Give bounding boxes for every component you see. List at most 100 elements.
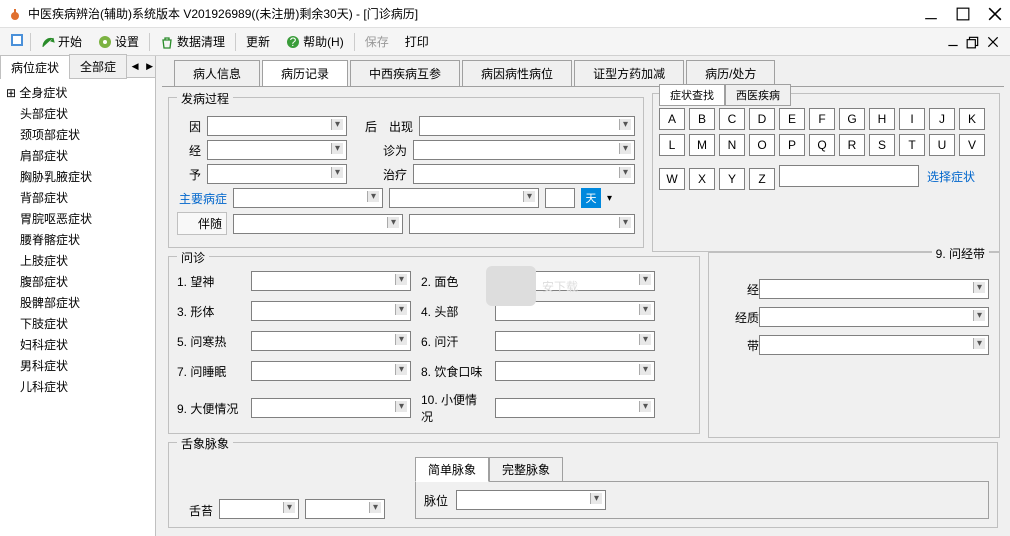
update-button[interactable]: 更新	[238, 31, 278, 52]
tree-item[interactable]: 股髀部症状	[6, 292, 149, 313]
tree-item[interactable]: 胸胁乳腋症状	[6, 166, 149, 187]
letter-K[interactable]: K	[959, 108, 985, 130]
start-button[interactable]: 开始	[33, 31, 90, 52]
letter-Q[interactable]: Q	[809, 134, 835, 156]
select-wz10[interactable]	[495, 398, 655, 418]
select-bansui1[interactable]	[233, 214, 403, 234]
mdi-close-button[interactable]	[986, 35, 1000, 49]
letter-U[interactable]: U	[929, 134, 955, 156]
select-zhenwei[interactable]	[413, 140, 635, 160]
letter-I[interactable]: I	[899, 108, 925, 130]
select-shetai1[interactable]	[219, 499, 299, 519]
dropdown-arrow-icon[interactable]: ▾	[607, 193, 612, 204]
tab-xyjb[interactable]: 西医疾病	[725, 84, 791, 106]
letter-O[interactable]: O	[749, 134, 775, 156]
maximize-button[interactable]	[956, 7, 970, 21]
mdi-minimize-button[interactable]	[946, 35, 960, 49]
tab-rx[interactable]: 病历/处方	[686, 60, 775, 86]
tree-item[interactable]: 肩部症状	[6, 145, 149, 166]
tree-item[interactable]: 儿科症状	[6, 376, 149, 397]
tree-item[interactable]: 胃脘呕恶症状	[6, 208, 149, 229]
symptom-search-input[interactable]	[779, 165, 919, 187]
letter-R[interactable]: R	[839, 134, 865, 156]
letter-H[interactable]: H	[869, 108, 895, 130]
minimize-button[interactable]	[924, 7, 938, 21]
close-button[interactable]	[988, 7, 1002, 21]
select-wz5[interactable]	[251, 331, 411, 351]
left-tab-bwzz[interactable]: 病位症状	[0, 55, 70, 79]
letter-J[interactable]: J	[929, 108, 955, 130]
letter-V[interactable]: V	[959, 134, 985, 156]
select-wz6[interactable]	[495, 331, 655, 351]
select-chuxian[interactable]	[419, 116, 635, 136]
letter-W[interactable]: W	[659, 168, 685, 190]
letter-E[interactable]: E	[779, 108, 805, 130]
tab-patient[interactable]: 病人信息	[174, 60, 260, 86]
select-wz7[interactable]	[251, 361, 411, 381]
select-wz8[interactable]	[495, 361, 655, 381]
select-maiwei[interactable]	[456, 490, 606, 510]
badge-tian[interactable]: 天	[581, 188, 601, 208]
letter-D[interactable]: D	[749, 108, 775, 130]
tab-cause[interactable]: 病因病性病位	[462, 60, 572, 86]
dataclean-button[interactable]: 数据清理	[152, 31, 233, 52]
letter-N[interactable]: N	[719, 134, 745, 156]
toolbar-icon[interactable]	[6, 33, 28, 50]
letter-C[interactable]: C	[719, 108, 745, 130]
select-wz2[interactable]	[495, 271, 655, 291]
left-tab-scroll-left[interactable]: ◀	[130, 61, 141, 72]
select-wz3[interactable]	[251, 301, 411, 321]
select-dai[interactable]	[759, 335, 989, 355]
tab-formula[interactable]: 证型方药加减	[574, 60, 684, 86]
label-zybz[interactable]: 主要病症	[177, 190, 227, 207]
tree-item[interactable]: 妇科症状	[6, 334, 149, 355]
letter-G[interactable]: G	[839, 108, 865, 130]
letter-Y[interactable]: Y	[719, 168, 745, 190]
letter-B[interactable]: B	[689, 108, 715, 130]
select-jing2[interactable]	[759, 279, 989, 299]
left-tab-scroll-right[interactable]: ▶	[144, 61, 155, 72]
mdi-restore-button[interactable]	[966, 35, 980, 49]
tab-full-pulse[interactable]: 完整脉象	[489, 457, 563, 482]
letter-P[interactable]: P	[779, 134, 805, 156]
tree-item[interactable]: 男科症状	[6, 355, 149, 376]
select-wz9[interactable]	[251, 398, 411, 418]
tree-item[interactable]: 颈项部症状	[6, 124, 149, 145]
select-zybz1[interactable]	[233, 188, 383, 208]
settings-button[interactable]: 设置	[90, 31, 147, 52]
tree-root[interactable]: 全身症状	[6, 82, 149, 103]
tree-item[interactable]: 腹部症状	[6, 271, 149, 292]
letter-M[interactable]: M	[689, 134, 715, 156]
select-jing[interactable]	[207, 140, 347, 160]
select-wz4[interactable]	[495, 301, 655, 321]
tree-item[interactable]: 头部症状	[6, 103, 149, 124]
tab-simple-pulse[interactable]: 简单脉象	[415, 457, 489, 482]
select-zhiliao[interactable]	[413, 164, 635, 184]
input-days[interactable]	[545, 188, 575, 208]
letter-L[interactable]: L	[659, 134, 685, 156]
help-button[interactable]: ? 帮助(H)	[278, 31, 352, 52]
select-yu[interactable]	[207, 164, 347, 184]
select-zybz2[interactable]	[389, 188, 539, 208]
letter-Z[interactable]: Z	[749, 168, 775, 190]
tree-item[interactable]: 背部症状	[6, 187, 149, 208]
select-shetai2[interactable]	[305, 499, 385, 519]
select-wz1[interactable]	[251, 271, 411, 291]
letter-A[interactable]: A	[659, 108, 685, 130]
letter-T[interactable]: T	[899, 134, 925, 156]
letter-F[interactable]: F	[809, 108, 835, 130]
tree-item[interactable]: 上肢症状	[6, 250, 149, 271]
letter-S[interactable]: S	[869, 134, 895, 156]
letter-X[interactable]: X	[689, 168, 715, 190]
select-jingzhi[interactable]	[759, 307, 989, 327]
select-symptom-link[interactable]: 选择症状	[923, 168, 979, 185]
print-button[interactable]: 打印	[397, 31, 437, 52]
tree-item[interactable]: 腰脊髂症状	[6, 229, 149, 250]
select-yin[interactable]	[207, 116, 347, 136]
save-button[interactable]: 保存	[357, 31, 397, 52]
tab-cwref[interactable]: 中西疾病互参	[350, 60, 460, 86]
tree-item[interactable]: 下肢症状	[6, 313, 149, 334]
select-bansui2[interactable]	[409, 214, 635, 234]
tab-zzcz[interactable]: 症状查找	[659, 84, 725, 106]
left-tab-qbz[interactable]: 全部症	[69, 54, 127, 79]
